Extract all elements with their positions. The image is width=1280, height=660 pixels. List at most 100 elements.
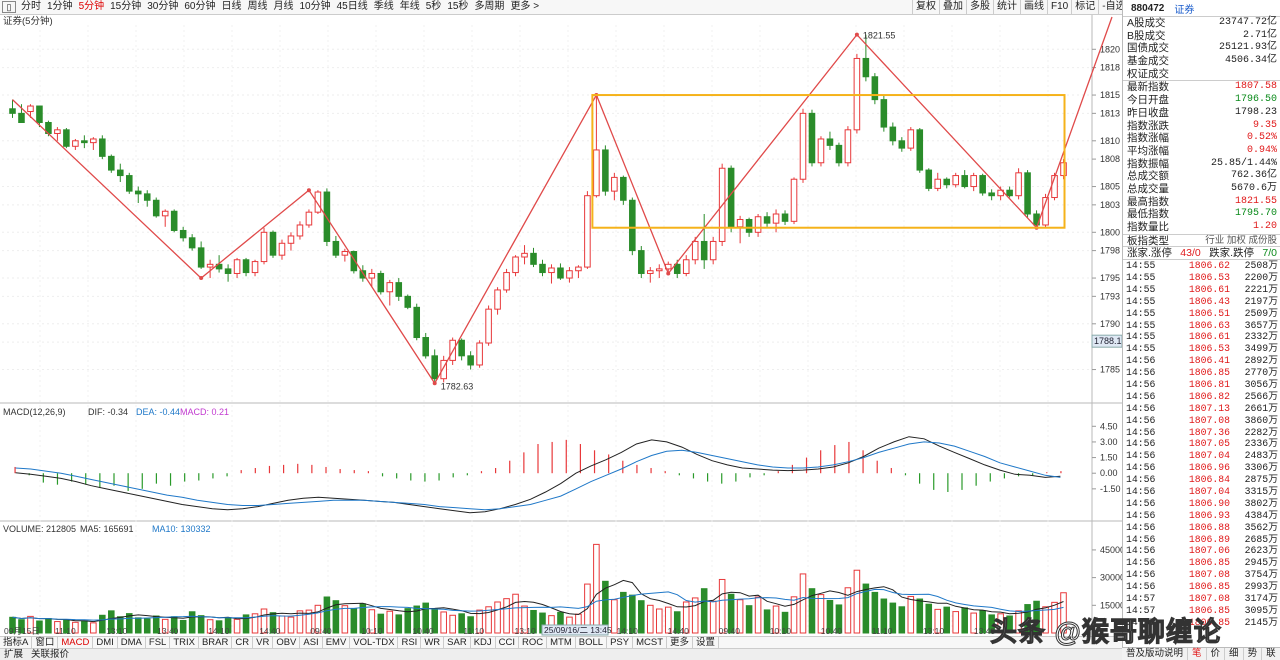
indicator-tab-3[interactable]: DMI [93,637,118,648]
panel-tab-0[interactable]: 普及版动说明 [1122,648,1189,660]
period-11[interactable]: 季线 [371,0,397,14]
period-12[interactable]: 年线 [397,0,423,14]
volume-ma10-line [12,588,1064,621]
indicator-tab-19[interactable]: ROC [519,637,548,648]
y-tick-label: 1785 [1100,365,1120,375]
x-axis-label: 10:10 [361,626,383,636]
tick-row: 14:56 1806.96 3306万 [1123,462,1280,474]
tool-4[interactable]: 画线 [1020,0,1047,15]
index-stat-value: 9.35 [1252,119,1277,131]
tool-2[interactable]: 多股 [966,0,993,15]
tick-list[interactable]: 14:55 1806.62 2508万 14:55 1806.53 2200万 14:55 1… [1123,259,1280,629]
status-item-0[interactable]: 扩展 [0,649,27,660]
indicator-tab-1[interactable]: 窗口 [32,637,59,648]
y-tick-label: 1810 [1100,136,1120,146]
vol-tick-label: 45000 [1100,545,1122,555]
period-16[interactable]: 更多 > [507,0,542,14]
tool-5[interactable]: F10 [1047,0,1071,15]
index-stat-label: 总成交量 [1127,182,1169,195]
period-7[interactable]: 周线 [245,0,271,14]
panel-tab-5[interactable]: 联 [1262,648,1280,660]
indicator-tab-4[interactable]: DMA [118,637,146,648]
volume-bar [143,618,151,634]
y-tick-label: 1818 [1100,63,1120,73]
indicator-tab-21[interactable]: BOLL [576,637,608,648]
indicator-tab-5[interactable]: FSL [146,637,171,648]
period-4[interactable]: 30分钟 [144,0,181,14]
indicator-tab-17[interactable]: KDJ [471,637,496,648]
tick-price: 1806.88 [1188,521,1230,533]
tool-3[interactable]: 统计 [993,0,1020,15]
tick-time: 14:56 [1126,414,1156,426]
period-5[interactable]: 60分钟 [181,0,218,14]
tick-time: 14:55 [1126,283,1156,295]
period-2[interactable]: 5分钟 [76,0,108,14]
panel-tab-3[interactable]: 细 [1225,648,1244,660]
panel-tab-2[interactable]: 价 [1207,648,1226,660]
candle [413,303,421,341]
tick-volume: 3860万 [1244,414,1278,426]
period-1[interactable]: 1分钟 [44,0,76,14]
indicator-tab-18[interactable]: CCI [496,637,520,648]
tool-1[interactable]: 叠加 [939,0,966,15]
indicator-tab-16[interactable]: SAR [444,637,471,648]
period-15[interactable]: 多周期 [471,0,507,14]
tick-volume: 2623万 [1244,545,1278,557]
indicator-tab-20[interactable]: MTM [547,637,576,648]
indicator-tab-24[interactable]: 更多 [667,637,694,648]
candle-body [763,216,771,224]
vol-tick-label: 15000 [1100,600,1122,610]
period-13[interactable]: 5秒 [423,0,445,14]
candle [260,227,268,265]
panel-tab-4[interactable]: 势 [1244,648,1263,660]
candle-body [413,306,421,339]
indicator-tab-10[interactable]: OBV [273,637,301,648]
indicator-tab-8[interactable]: CR [232,637,254,648]
indicator-tab-7[interactable]: BRAR [199,637,233,648]
tick-volume: 3056万 [1244,378,1278,390]
tick-row: 14:55 1806.51 2509万 [1123,308,1280,320]
period-14[interactable]: 15秒 [444,0,471,14]
indicator-tab-13[interactable]: VOL-TDX [350,637,399,648]
index-stat-value: 1796.50 [1234,94,1277,106]
index-name[interactable]: 证券 [1174,1,1194,16]
candle [763,212,771,227]
indicator-tab-15[interactable]: WR [421,637,445,648]
indicator-tab-25[interactable]: 设置 [693,637,720,648]
period-6[interactable]: 日线 [219,0,245,14]
status-item-1[interactable]: 关联报价 [27,649,73,660]
indicator-tab-0[interactable]: 指标A [0,637,33,648]
indicator-tab-2[interactable]: MACD [58,637,94,648]
indicator-tab-12[interactable]: EMV [323,637,351,648]
indicator-tab-22[interactable]: PSY [607,637,634,648]
candle-body [952,175,959,186]
candle [305,209,313,228]
x-axis-label: 13:40 [157,626,179,636]
tick-row: 14:56 1807.04 2483万 [1123,450,1280,462]
tool-6[interactable]: 标记 [1071,0,1098,15]
volume-bar [952,611,959,634]
volume-bar [386,610,394,634]
candle [835,142,843,167]
indicator-tab-9[interactable]: VR [253,637,274,648]
indicator-tab-23[interactable]: MCST [633,637,668,648]
tick-time: 14:55 [1126,343,1156,355]
sector-type-value[interactable]: 行业 加权 成份股 [1205,235,1277,247]
tick-row: 14:56 1807.05 2336万 [1123,438,1280,450]
period-0[interactable]: 分时 [18,0,44,14]
tick-time: 14:56 [1126,426,1156,438]
kline-chart-area[interactable]: 证券(5分钟) 1820 1818 1815 1813 1810 1808 1805 1803 1… [0,15,1122,636]
volume-ma5-line [12,579,1064,623]
period-8[interactable]: 月线 [271,0,297,14]
panel-tab-1[interactable]: 笔 [1188,648,1207,660]
candlestick-icon[interactable]: ▯ [2,1,16,13]
tool-0[interactable]: 复权 [912,0,939,15]
indicator-tab-14[interactable]: RSI [398,637,422,648]
tick-volume: 2221万 [1244,283,1278,295]
period-10[interactable]: 45日线 [334,0,371,14]
candle-body [458,339,465,357]
period-9[interactable]: 10分钟 [297,0,334,14]
period-3[interactable]: 15分钟 [107,0,144,14]
indicator-tab-6[interactable]: TRIX [170,637,199,648]
indicator-tab-11[interactable]: ASI [300,637,323,648]
